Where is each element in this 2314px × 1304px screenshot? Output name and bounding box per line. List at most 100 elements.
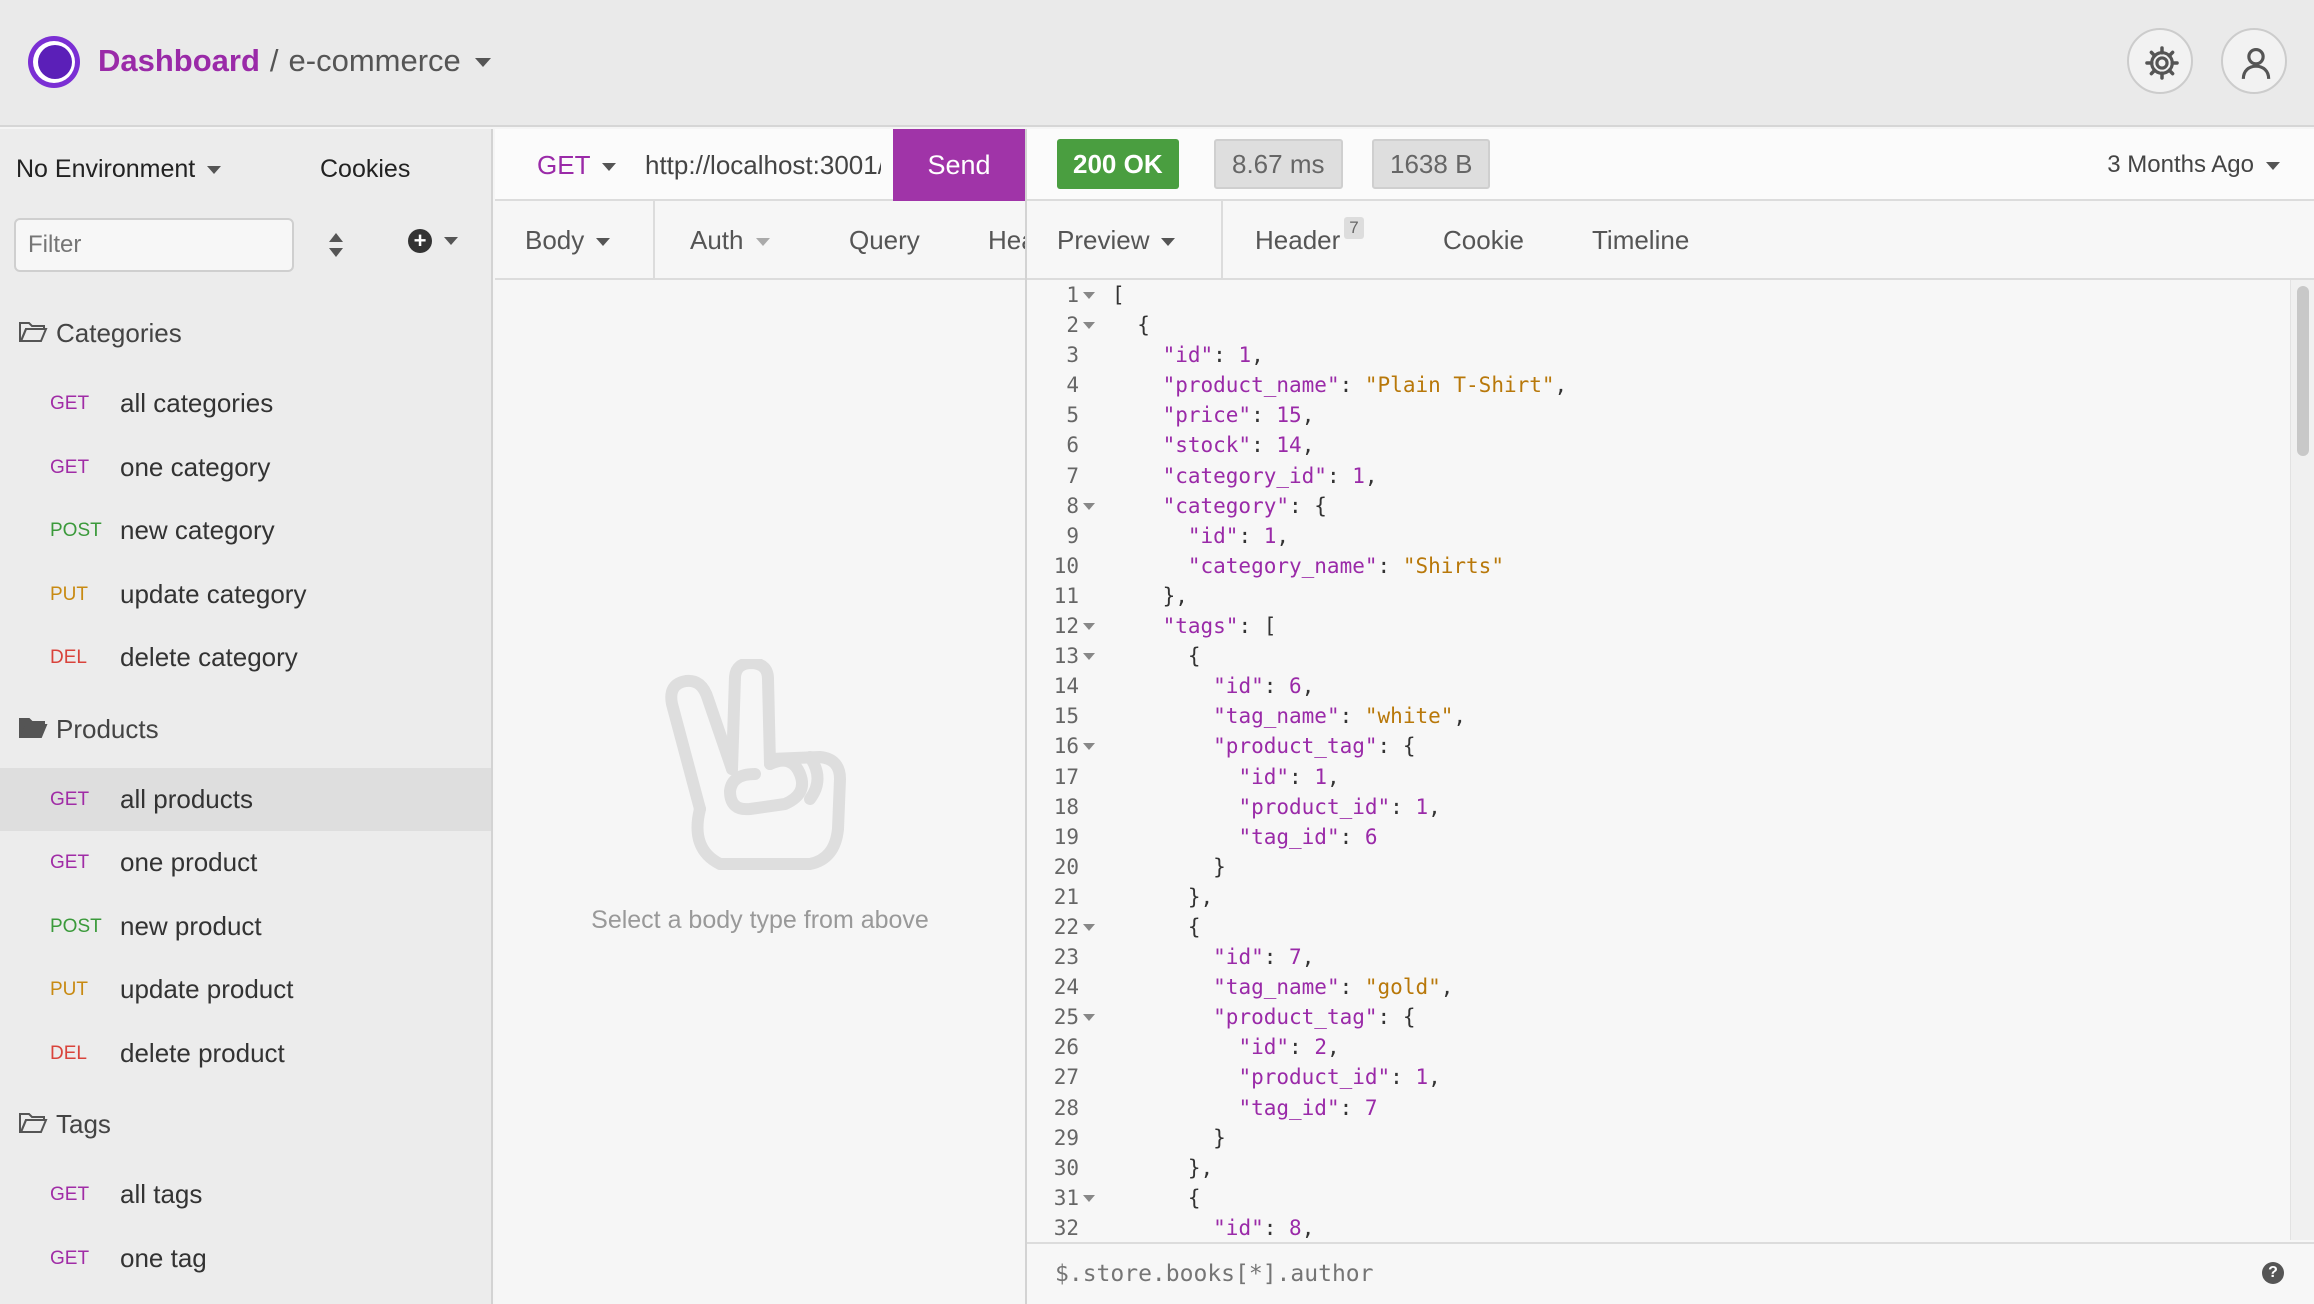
tab-header[interactable]: Header 7	[1255, 201, 1364, 279]
folder-tags[interactable]: Tags	[0, 1085, 491, 1163]
url-bar: GET http://localhost:3001/api/products S…	[495, 129, 1025, 201]
line-number: 32	[1053, 1215, 1079, 1240]
line-number: 6	[1066, 433, 1079, 458]
breadcrumb: Dashboard / e-commerce	[98, 40, 491, 82]
tab-label: Header	[1255, 225, 1341, 255]
request-item[interactable]: POST new product	[0, 895, 491, 959]
code-content: "product_tag": {	[1213, 734, 1416, 759]
code-line: 6 "stock": 14,	[1027, 430, 2292, 460]
folder-products[interactable]: Products	[0, 690, 491, 768]
request-item[interactable]: GET one tag	[0, 1227, 491, 1291]
tab-cookie[interactable]: Cookie	[1443, 201, 1524, 279]
url-input[interactable]: http://localhost:3001/api/products	[645, 145, 881, 185]
code-line: 24 "tag_name": "gold",	[1027, 972, 2292, 1002]
request-item[interactable]: DEL delete product	[0, 1022, 491, 1086]
fold-toggle-icon[interactable]	[1083, 923, 1095, 931]
code-content: }	[1112, 854, 1226, 879]
method-badge: PUT	[50, 583, 88, 605]
tab-headers[interactable]: Headers	[988, 201, 1025, 278]
account-button[interactable]	[2221, 28, 2287, 94]
tab-auth[interactable]: Auth	[690, 201, 770, 278]
add-request-button[interactable]: +	[408, 229, 458, 259]
request-item[interactable]: GET all tags	[0, 1163, 491, 1227]
sort-icon[interactable]	[326, 233, 346, 257]
chevron-down-icon	[602, 163, 617, 172]
tab-preview[interactable]: Preview	[1027, 201, 1223, 279]
method-badge: GET	[50, 456, 90, 478]
fold-toggle-icon[interactable]	[1083, 653, 1095, 661]
response-filter-bar: ?	[1027, 1242, 2314, 1304]
code-line: 27 "product_id": 1,	[1027, 1062, 2292, 1092]
code-line: 22 {	[1027, 912, 2292, 942]
request-tabs: Body Auth Query Headers	[495, 201, 1025, 280]
code-line: 2 {	[1027, 310, 2292, 340]
method-badge: PUT	[50, 979, 88, 1000]
fold-toggle-icon[interactable]	[1083, 292, 1095, 299]
code-line: 13 {	[1027, 641, 2292, 671]
request-item-active[interactable]: GET all products	[0, 767, 491, 831]
code-line: 7 "category_id": 1,	[1027, 461, 2292, 491]
folder-label: Tags	[56, 1109, 111, 1139]
fold-toggle-icon[interactable]	[1083, 623, 1095, 631]
line-number: 17	[1053, 764, 1079, 789]
scrollbar-thumb[interactable]	[2297, 286, 2309, 456]
breadcrumb-dashboard[interactable]: Dashboard	[98, 43, 260, 78]
request-item[interactable]: GET all categories	[0, 372, 491, 436]
code-line: 29 }	[1027, 1123, 2292, 1153]
folder-categories[interactable]: Categories	[0, 294, 491, 372]
response-filter-input[interactable]	[1055, 1254, 1955, 1294]
request-item[interactable]: GET one category	[0, 436, 491, 500]
code-line: 8 "category": {	[1027, 491, 2292, 521]
request-item[interactable]: PUT update product	[0, 958, 491, 1022]
project-selector[interactable]: e-commerce	[289, 43, 461, 78]
send-button[interactable]: Send	[893, 129, 1025, 201]
tab-timeline[interactable]: Timeline	[1592, 201, 1689, 279]
request-pane: GET http://localhost:3001/api/products S…	[495, 129, 1025, 1304]
peace-hand-icon	[665, 659, 846, 870]
code-line: 17 "id": 1,	[1027, 762, 2292, 792]
code-line: 31 {	[1027, 1183, 2292, 1213]
fold-toggle-icon[interactable]	[1083, 502, 1095, 510]
code-content: "id": 2,	[1238, 1035, 1340, 1060]
tab-query[interactable]: Query	[849, 201, 920, 278]
request-item[interactable]: POST new category	[0, 499, 491, 563]
code-content: {	[1112, 313, 1150, 338]
fold-toggle-icon[interactable]	[1083, 743, 1095, 751]
line-number: 27	[1053, 1065, 1079, 1090]
tab-body[interactable]: Body	[495, 201, 655, 278]
line-number: 31	[1053, 1185, 1079, 1210]
chevron-down-icon[interactable]	[474, 58, 491, 68]
settings-button[interactable]	[2127, 28, 2193, 94]
method-selector[interactable]: GET	[537, 145, 617, 185]
chevron-down-icon	[207, 166, 222, 175]
code-content: "id": 1,	[1162, 343, 1264, 368]
fold-toggle-icon[interactable]	[1083, 1014, 1095, 1022]
line-number: 22	[1053, 914, 1079, 939]
request-item[interactable]: GET one product	[0, 831, 491, 895]
code-content: },	[1112, 583, 1188, 608]
method-badge: GET	[50, 1184, 90, 1205]
code-content: {	[1112, 1185, 1201, 1210]
line-number: 13	[1053, 644, 1079, 669]
help-icon[interactable]: ?	[2262, 1262, 2284, 1284]
request-name: all products	[120, 783, 253, 814]
fold-toggle-icon[interactable]	[1083, 1194, 1095, 1202]
empty-body-message: Select a body type from above	[591, 906, 929, 934]
code-line: 12 "tags": [	[1027, 611, 2292, 641]
request-item[interactable]: PUT update category	[0, 563, 491, 627]
response-body-viewer[interactable]: 1[2 {3 "id": 1, 4 "product_name": "Plain …	[1027, 280, 2292, 1240]
line-number: 20	[1053, 854, 1079, 879]
response-history-dropdown[interactable]: 3 Months Ago	[2107, 145, 2280, 185]
code-line: 14 "id": 6,	[1027, 671, 2292, 701]
response-scrollbar[interactable]	[2290, 280, 2314, 1240]
code-content: "stock": 14,	[1162, 433, 1315, 458]
logo-icon[interactable]	[28, 36, 80, 88]
cookies-button[interactable]: Cookies	[320, 149, 410, 189]
line-number: 15	[1053, 704, 1079, 729]
fold-toggle-icon[interactable]	[1083, 322, 1095, 330]
line-number: 16	[1053, 734, 1079, 759]
line-number: 24	[1053, 975, 1079, 1000]
request-item[interactable]: DEL delete category	[0, 626, 491, 690]
environment-selector[interactable]: No Environment	[16, 149, 222, 189]
sidebar-filter-input[interactable]	[14, 218, 294, 272]
